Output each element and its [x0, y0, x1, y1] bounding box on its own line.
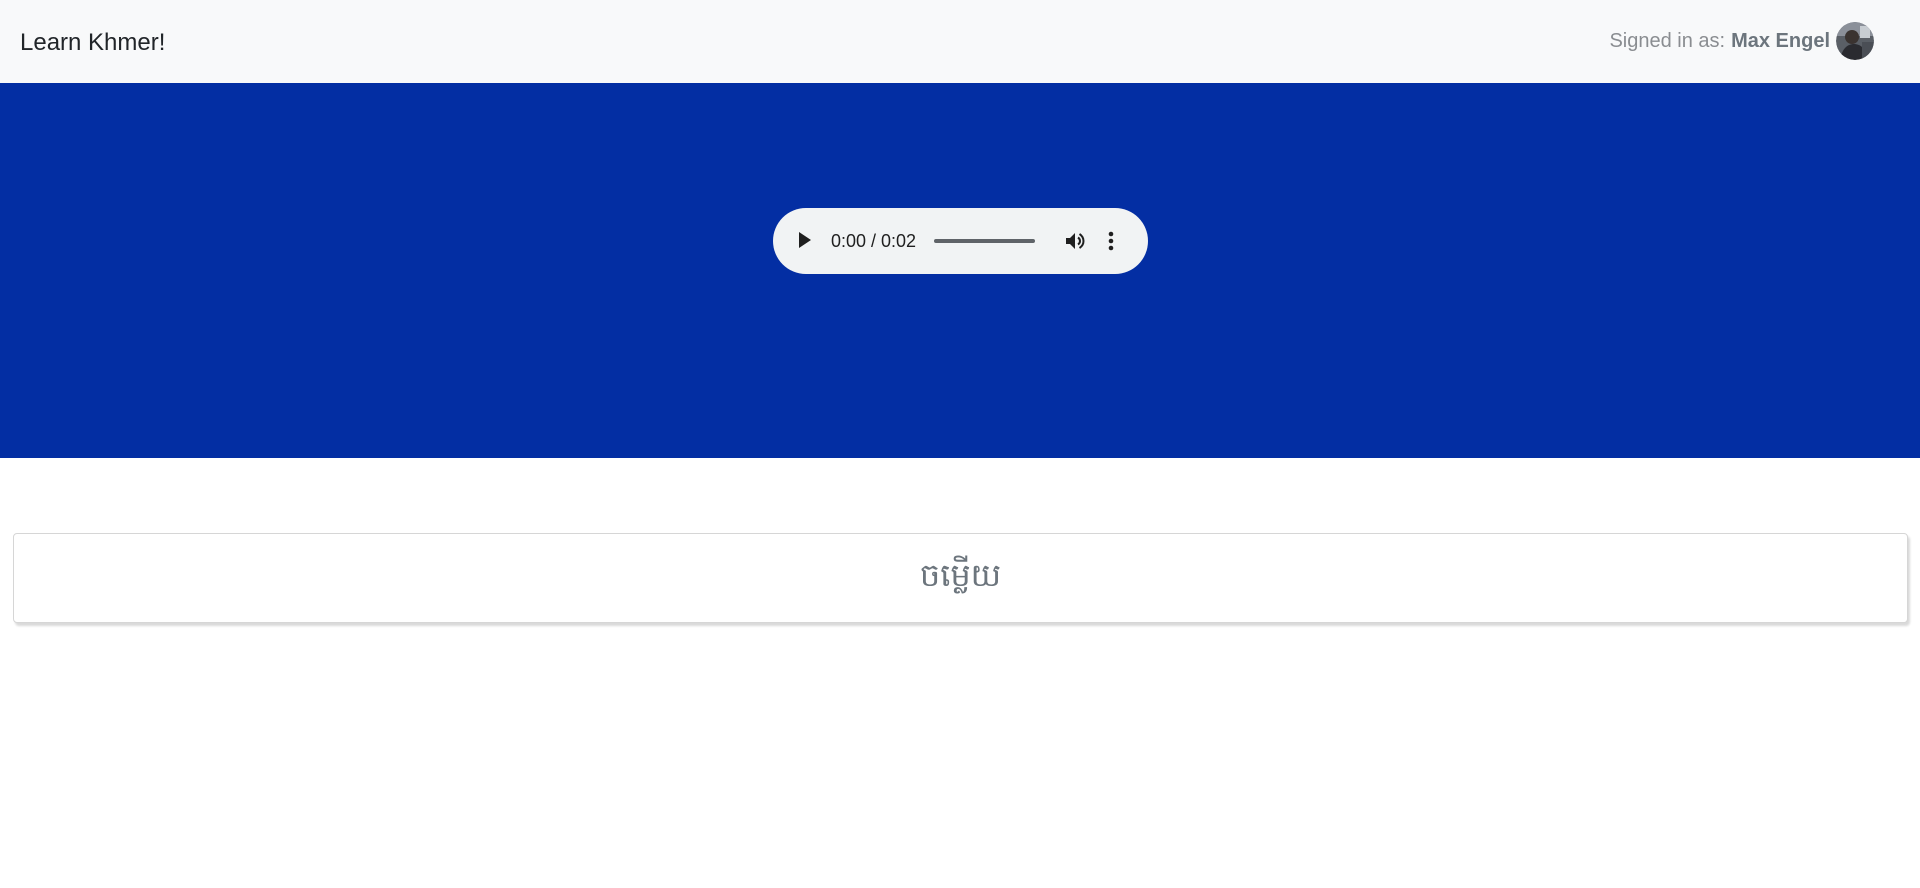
- hero-banner: 0:00 / 0:02: [0, 83, 1920, 458]
- user-info: Signed in as: Max Engel: [1609, 22, 1874, 60]
- volume-icon[interactable]: [1063, 229, 1087, 253]
- more-vertical-icon[interactable]: [1106, 229, 1116, 253]
- answer-text: ចម្លើយ: [919, 555, 1002, 594]
- brand-title[interactable]: Learn Khmer!: [20, 28, 165, 58]
- audio-player[interactable]: 0:00 / 0:02: [773, 208, 1148, 274]
- signed-in-label: Signed in as:: [1609, 29, 1726, 52]
- play-icon[interactable]: [797, 230, 813, 250]
- avatar[interactable]: [1836, 22, 1874, 60]
- audio-seek-bar[interactable]: [934, 239, 1035, 243]
- user-avatar-icon: [1836, 22, 1874, 60]
- username[interactable]: Max Engel: [1731, 30, 1830, 53]
- answer-button[interactable]: ចម្លើយ: [13, 533, 1908, 623]
- audio-time: 0:00 / 0:02: [831, 231, 917, 251]
- navbar: Learn Khmer! Signed in as: Max Engel: [0, 0, 1920, 83]
